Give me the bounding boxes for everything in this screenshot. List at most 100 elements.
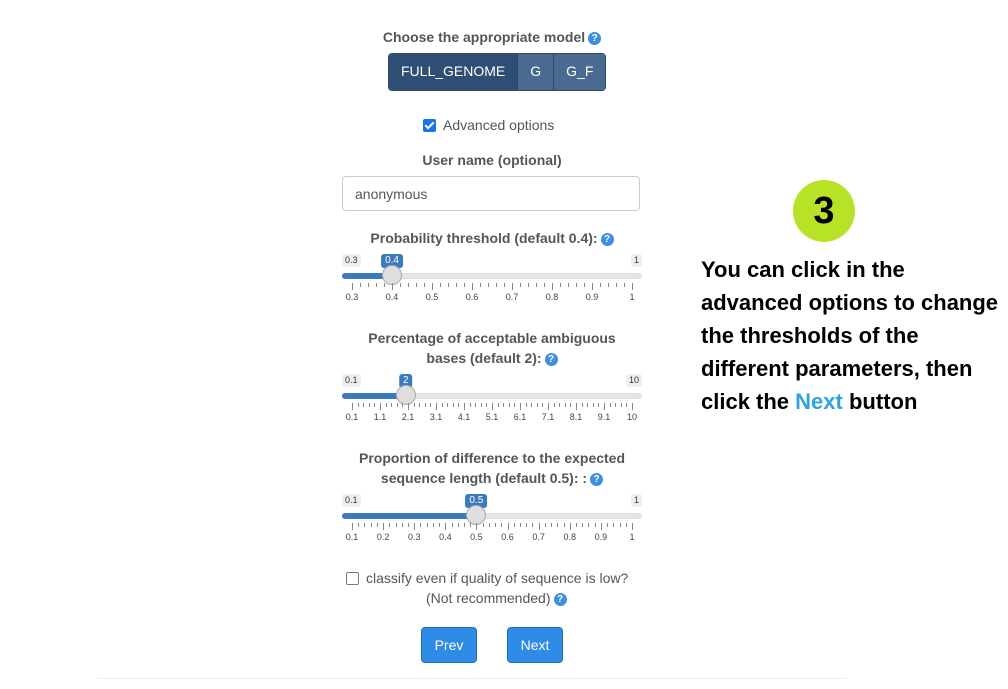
slider-major-tick: [352, 523, 353, 530]
slider-tick-label: 10: [626, 412, 638, 422]
slider-minor-tick: [592, 403, 594, 407]
slider-minor-tick: [395, 523, 397, 527]
slider-minor-tick: [401, 523, 403, 527]
slider-minor-tick: [501, 523, 503, 527]
step-badge: 3: [793, 180, 855, 242]
probability-threshold-slider[interactable]: 0.3 1 0.4 0.3 0.4 0.5 0.6 0.7 0.8 0.9 1: [342, 254, 642, 314]
slider-minor-tick: [439, 523, 441, 527]
slider-minor-tick: [542, 403, 544, 407]
username-input[interactable]: anonymous: [342, 176, 640, 211]
slider-minor-tick: [525, 403, 527, 407]
slider-minor-tick: [396, 403, 398, 407]
slider-minor-tick: [497, 403, 499, 407]
slider-major-tick: [392, 283, 393, 290]
slider-tick-label: 4.1: [457, 412, 471, 422]
slider-tick-label: 2.1: [401, 412, 415, 422]
slider-minor-tick: [544, 523, 546, 527]
model-option-full-genome[interactable]: FULL_GENOME: [389, 54, 518, 90]
slider-minor-tick: [560, 283, 561, 287]
slider-ticks: [342, 403, 642, 411]
slider-tick-label: 5.1: [485, 412, 499, 422]
slider-minor-tick: [447, 403, 449, 407]
slider-minor-tick: [559, 403, 561, 407]
slider-minor-tick: [419, 403, 421, 407]
slider-minor-tick: [520, 283, 521, 287]
slider-minor-tick: [526, 523, 528, 527]
slider-minor-tick: [452, 403, 454, 407]
advanced-options-checkbox[interactable]: [423, 119, 436, 132]
slider-major-tick: [507, 523, 509, 530]
probability-threshold-label: Probability threshold (default 0.4):?: [342, 228, 642, 248]
slider-minor-tick: [413, 403, 415, 407]
slider-major-tick: [632, 523, 633, 530]
not-recommended-note: (Not recommended)?: [426, 589, 567, 607]
slider-ticks: [342, 283, 642, 291]
model-option-g-f[interactable]: G_F: [553, 54, 606, 90]
slider-minor-tick: [536, 403, 538, 407]
slider-tick-label: 0.7: [532, 532, 545, 542]
slider-minor-tick: [553, 403, 555, 407]
slider-minor-tick: [532, 523, 534, 527]
slider-minor-tick: [385, 403, 387, 407]
slider-minor-tick: [408, 283, 409, 287]
ambiguous-bases-slider[interactable]: 0.1 10 2 0.1 1.1 2.1 3.1 4.1 5.1 6.1 7.1 8.1 9.1 10: [342, 374, 642, 434]
annotation-text: You can click in the advanced options to…: [701, 257, 999, 414]
model-label: Choose the appropriate model?: [342, 27, 642, 47]
slider-major-tick: [445, 523, 447, 530]
slider-tick-label: 3.1: [429, 412, 443, 422]
advanced-options-label: Advanced options: [443, 117, 555, 133]
slider-minor-tick: [568, 283, 569, 287]
help-icon[interactable]: ?: [590, 473, 604, 486]
slider-minor-tick: [400, 283, 401, 287]
slider-minor-tick: [576, 523, 577, 527]
slider-minor-tick: [581, 403, 583, 407]
model-option-g[interactable]: G: [517, 54, 554, 90]
help-icon[interactable]: ?: [588, 32, 602, 45]
slider-minor-tick: [607, 523, 609, 527]
help-icon[interactable]: ?: [553, 593, 567, 606]
slider-major-tick: [569, 523, 571, 530]
prev-button[interactable]: Prev: [421, 627, 477, 663]
sequence-length-slider[interactable]: 0.1 1 0.5 0.1 0.2 0.3 0.4 0.5 0.6 0.7 0.8 0.9 1: [342, 494, 642, 554]
slider-minor-tick: [430, 403, 432, 407]
slider-min-label: 0.1: [342, 374, 361, 387]
help-icon[interactable]: ?: [600, 233, 614, 246]
slider-tick-label: 0.3: [407, 532, 421, 542]
slider-tick-label: 0.8: [545, 292, 559, 302]
slider-major-tick: [352, 283, 353, 290]
slider-minor-tick: [416, 283, 417, 287]
slider-minor-tick: [619, 523, 621, 527]
slider-handle[interactable]: [395, 385, 416, 405]
next-button[interactable]: Next: [507, 627, 563, 663]
slider-minor-tick: [424, 283, 425, 287]
low-quality-checkbox[interactable]: [346, 572, 359, 585]
slider-minor-tick: [544, 283, 545, 287]
slider-minor-tick: [584, 283, 585, 287]
slider-minor-tick: [364, 523, 366, 527]
slider-handle[interactable]: [382, 265, 403, 285]
slider-tick-label: 0.6: [465, 292, 479, 302]
slider-major-tick: [408, 403, 409, 410]
slider-ticks: [342, 523, 642, 531]
slider-max-label: 1: [630, 254, 642, 267]
slider-minor-tick: [440, 283, 441, 287]
slider-minor-tick: [594, 523, 596, 527]
slider-major-tick: [548, 403, 549, 410]
slider-minor-tick: [486, 403, 488, 407]
slider-minor-tick: [600, 283, 601, 287]
slider-handle[interactable]: [466, 505, 487, 525]
slider-minor-tick: [480, 283, 481, 287]
slider-tick-label: 1: [629, 292, 635, 302]
slider-tick-label: 0.9: [585, 292, 599, 302]
slider-minor-tick: [513, 523, 515, 527]
help-icon[interactable]: ?: [544, 353, 558, 366]
slider-minor-tick: [368, 283, 369, 287]
slider-minor-tick: [531, 403, 533, 407]
slider-minor-tick: [588, 523, 590, 527]
slider-major-tick: [576, 403, 577, 410]
slider-tick-label: 7.1: [541, 412, 555, 422]
slider-major-tick: [414, 523, 416, 530]
slider-tick-label: 0.8: [563, 532, 577, 542]
slider-minor-tick: [464, 283, 465, 287]
slider-tick-label: 0.6: [501, 532, 514, 542]
